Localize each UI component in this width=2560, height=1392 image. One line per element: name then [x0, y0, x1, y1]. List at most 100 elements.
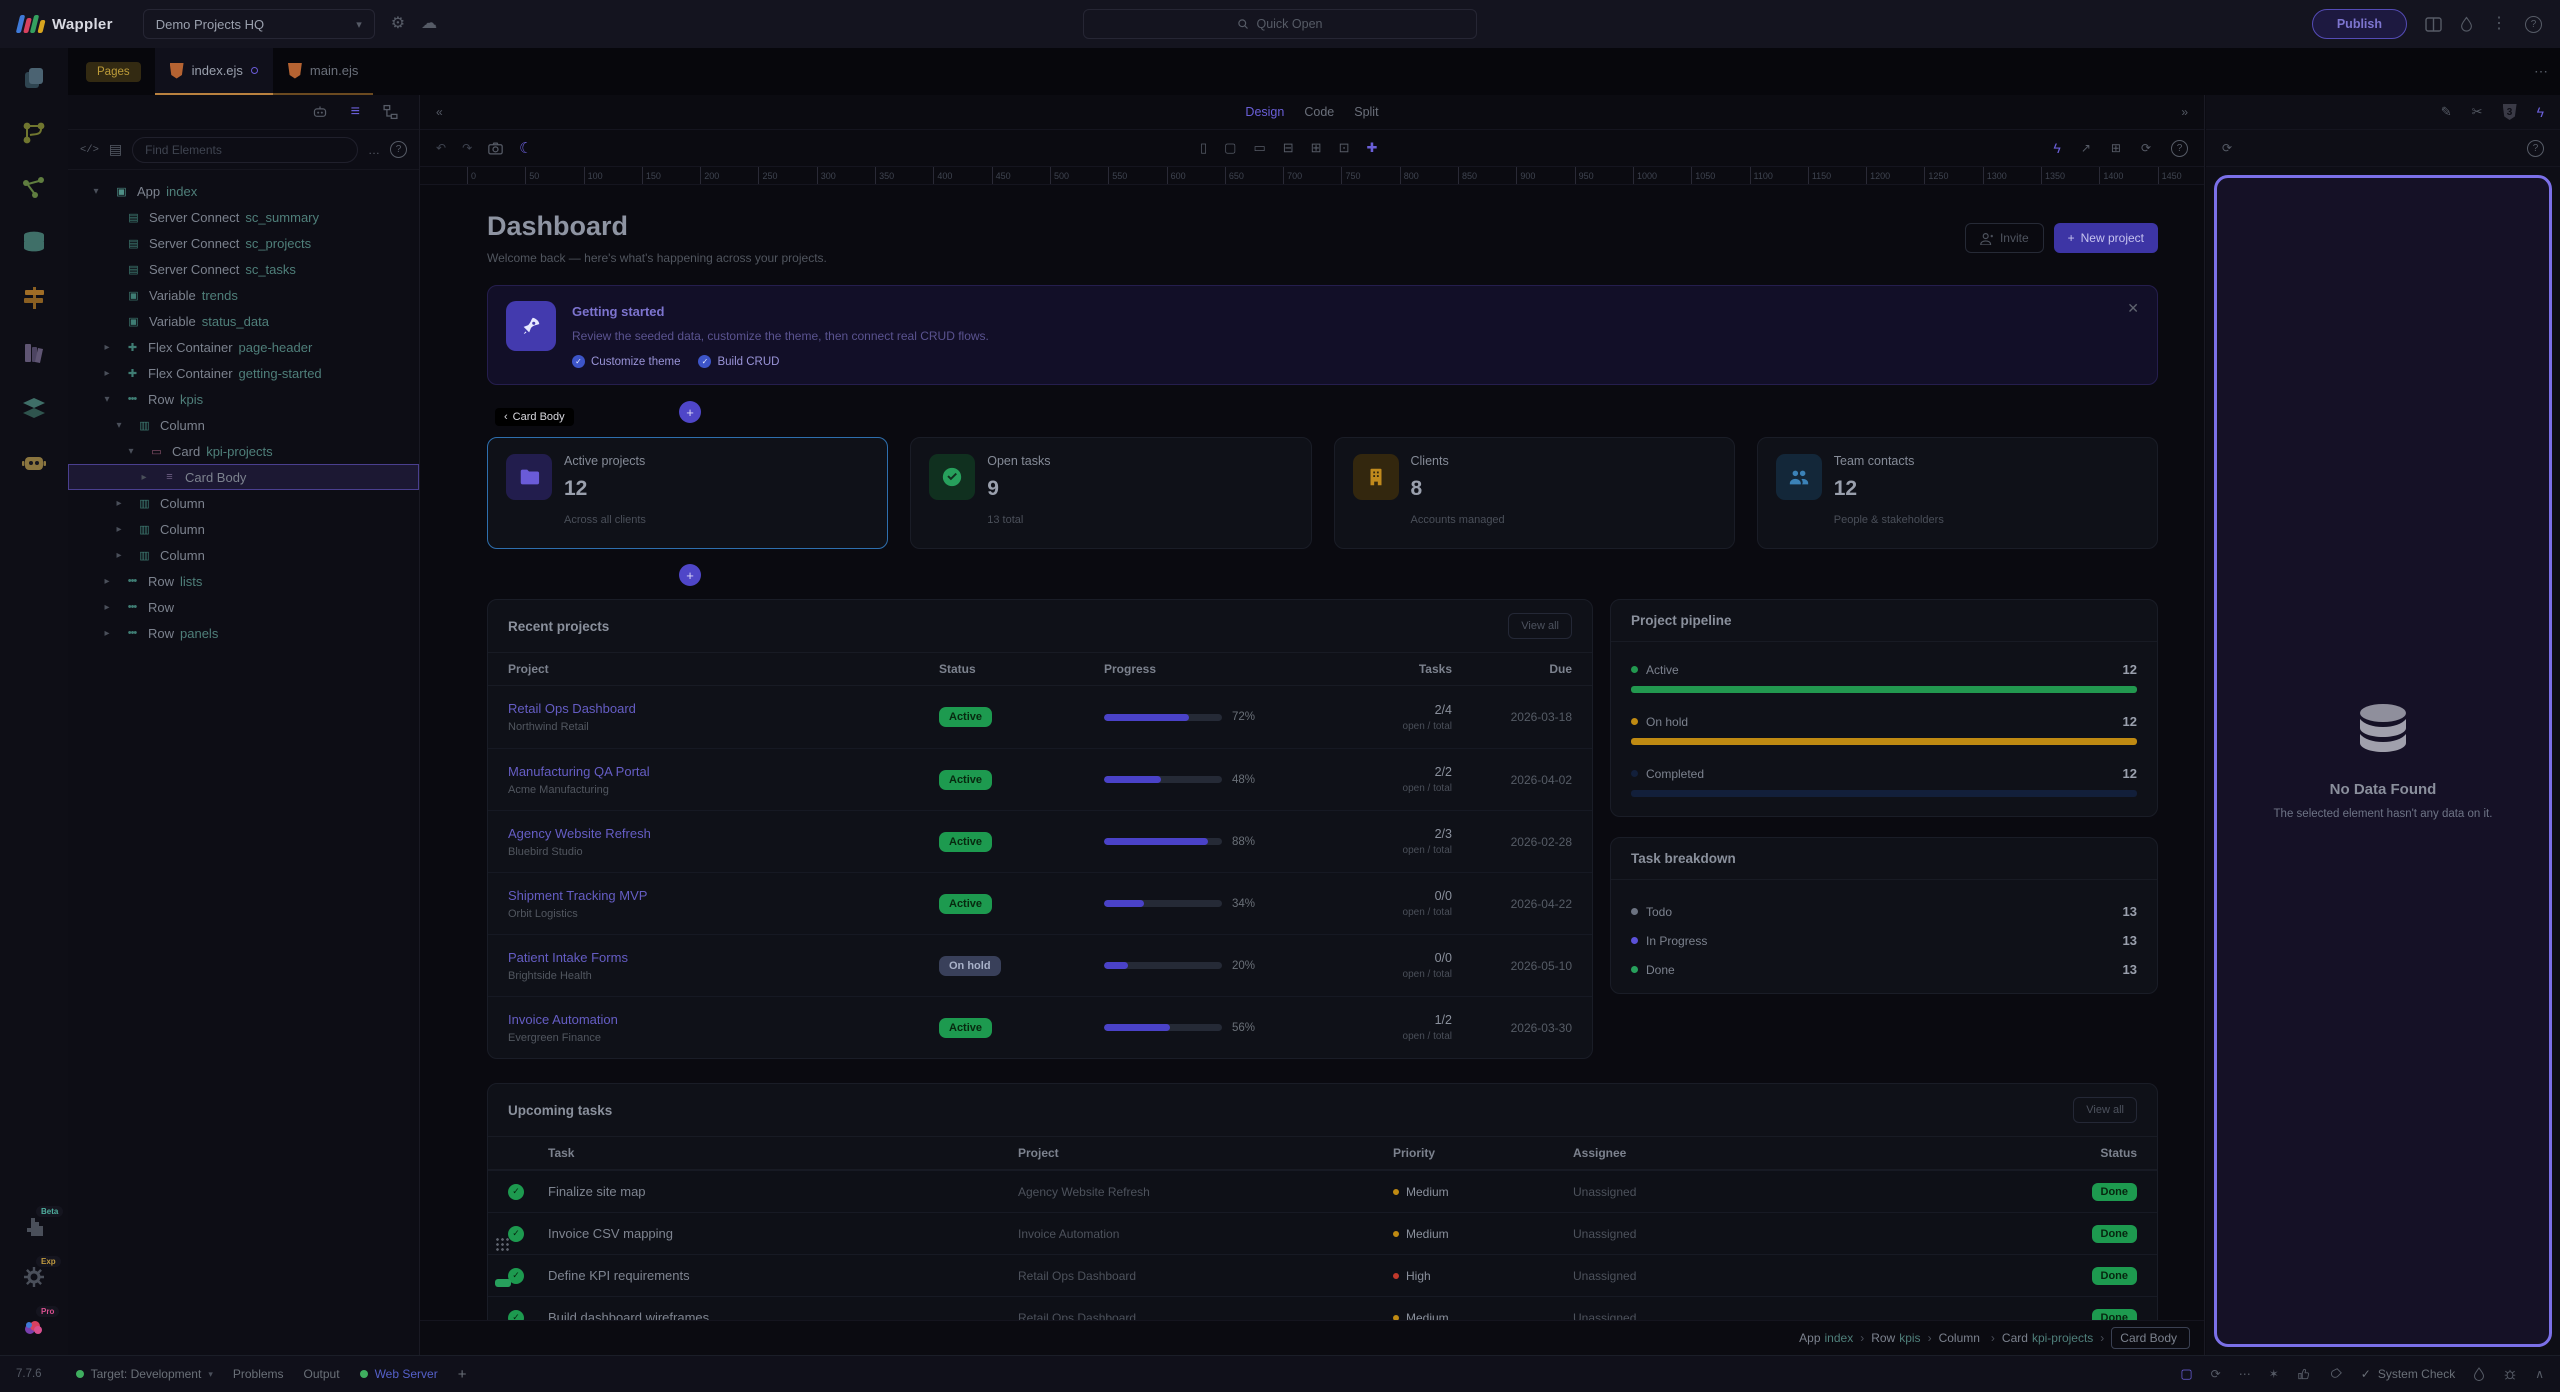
workflows-icon[interactable]	[20, 119, 48, 147]
screenshot-camera-icon[interactable]	[488, 142, 503, 155]
cloud-sync-icon[interactable]: ☁	[421, 16, 437, 32]
design-canvas[interactable]: Dashboard Welcome back — here's what's h…	[420, 185, 2204, 1320]
layout-columns-icon[interactable]	[2425, 17, 2442, 32]
connections-icon[interactable]	[20, 174, 48, 202]
output-button[interactable]: Output	[304, 1367, 340, 1381]
dark-mode-icon[interactable]: ☾	[519, 139, 532, 157]
open-in-browser-icon[interactable]: ↗	[2081, 141, 2091, 155]
view-mode-tab[interactable]: Split	[1354, 105, 1378, 119]
close-icon[interactable]: ✕	[2127, 300, 2139, 317]
ai-assistant-icon[interactable]	[20, 449, 48, 477]
tree-item[interactable]: ▸ ▥ Column	[68, 542, 419, 568]
fit-canvas-icon[interactable]: ✚	[1366, 140, 1377, 156]
breadcrumb-item[interactable]: App index ›	[1799, 1331, 1871, 1345]
breadcrumb-item[interactable]: Card kpi-projects ›	[2002, 1331, 2111, 1345]
expand-panel-icon[interactable]: »	[2181, 105, 2188, 119]
tree-item[interactable]: ▤ Server Connect sc_summary	[68, 204, 419, 230]
tree-item[interactable]: ▣ Variable trends	[68, 282, 419, 308]
checklist-item[interactable]: ✓ Build CRUD	[698, 355, 779, 368]
kpi-card[interactable]: Clients 8 Accounts managed	[1334, 437, 1735, 549]
tree-item[interactable]: ▾ ▣ App index	[68, 178, 419, 204]
target-selector[interactable]: Target: Development ▾	[76, 1367, 213, 1381]
library-icon[interactable]	[20, 339, 48, 367]
breadcrumb-item[interactable]: Card Body ›	[2111, 1327, 2190, 1349]
expander-icon[interactable]: ▸	[110, 498, 128, 509]
dynamic-data-bolt-icon[interactable]: ϟ	[2537, 104, 2544, 120]
publish-button[interactable]: Publish	[2312, 9, 2407, 39]
components-icon[interactable]: ▤	[109, 141, 122, 158]
tree-item[interactable]: ▸ ▥ Column	[68, 516, 419, 542]
expander-icon[interactable]: ▾	[87, 186, 105, 197]
device-size-icon[interactable]: ⊟	[1283, 140, 1294, 156]
app-flows-icon[interactable]: ϟ	[2053, 140, 2060, 156]
expander-icon[interactable]: ▾	[98, 394, 116, 405]
invite-button[interactable]: Invite	[1965, 223, 2044, 253]
tree-item[interactable]: ▤ Server Connect sc_projects	[68, 230, 419, 256]
breadcrumb-item[interactable]: Row kpis ›	[1871, 1331, 1938, 1345]
css-icon[interactable]: 3	[2503, 104, 2517, 120]
expander-icon[interactable]: ▸	[110, 550, 128, 561]
database-icon[interactable]	[20, 229, 48, 257]
view-mode-tab[interactable]: Code	[1304, 105, 1334, 119]
tree-item[interactable]: ▸ ≡ Card Body	[68, 464, 419, 490]
pro-logo-icon[interactable]: Pro	[20, 1313, 48, 1341]
web-server-button[interactable]: Web Server	[360, 1367, 438, 1381]
ai-sparkle-icon[interactable]: ✶	[2269, 1367, 2279, 1381]
extensions-icon[interactable]: Beta	[20, 1213, 48, 1241]
refresh-icon[interactable]: ⟳	[2141, 141, 2151, 155]
settings-gear-icon[interactable]: ⚙	[391, 16, 405, 32]
problems-button[interactable]: Problems	[233, 1367, 284, 1381]
tree-item[interactable]: ▤ Server Connect sc_tasks	[68, 256, 419, 282]
kpi-card[interactable]: Open tasks 9 13 total	[910, 437, 1311, 549]
thumbs-up-icon[interactable]	[2297, 1367, 2311, 1381]
expander-icon[interactable]: ▾	[110, 420, 128, 431]
routes-signpost-icon[interactable]	[20, 284, 48, 312]
device-size-icon[interactable]: ⊡	[1339, 140, 1350, 156]
stop-server-icon[interactable]: ▢	[2180, 1366, 2192, 1382]
view-mode-tab[interactable]: Design	[1245, 105, 1284, 119]
preview-grid-icon[interactable]: ⊞	[2111, 141, 2121, 155]
help-icon[interactable]: ?	[2525, 16, 2542, 33]
redo-icon[interactable]: ↷	[462, 141, 472, 155]
more-options-icon[interactable]: …	[368, 143, 380, 157]
pages-panel-icon[interactable]	[20, 64, 48, 92]
expander-icon[interactable]: ▸	[98, 602, 116, 613]
bug-icon[interactable]	[2503, 1367, 2517, 1381]
quick-open-button[interactable]: Quick Open	[1083, 9, 1477, 39]
project-link[interactable]: Agency Website Refresh	[508, 826, 939, 841]
tree-item[interactable]: ▾ ▥ Column	[68, 412, 419, 438]
refresh-icon[interactable]: ⟳	[2222, 141, 2232, 155]
theme-drop-icon[interactable]	[2460, 16, 2473, 32]
expander-icon[interactable]: ▸	[98, 368, 116, 379]
grid-handle-icon[interactable]	[495, 1237, 510, 1252]
tab-overflow-icon[interactable]: ⋯	[2534, 63, 2548, 80]
tree-item[interactable]: ▸ ✚ Flex Container getting-started	[68, 360, 419, 386]
insert-before-button[interactable]: +	[679, 401, 701, 423]
undo-icon[interactable]: ↶	[436, 141, 446, 155]
expander-icon[interactable]: ▸	[98, 342, 116, 353]
find-elements-input[interactable]	[132, 137, 358, 163]
layers-icon[interactable]	[20, 394, 48, 422]
device-size-icon[interactable]: ⊞	[1311, 140, 1322, 156]
project-link[interactable]: Manufacturing QA Portal	[508, 764, 939, 779]
system-check-button[interactable]: ✓ System Check	[2361, 1367, 2455, 1381]
checklist-item[interactable]: ✓ Customize theme	[572, 355, 680, 368]
kebab-menu-icon[interactable]: ⋮	[2491, 16, 2507, 32]
collapse-panel-icon[interactable]: «	[436, 105, 443, 119]
expander-icon[interactable]: ▸	[135, 472, 153, 483]
kpi-card[interactable]: Active projects 12 Across all clients	[487, 437, 888, 549]
tree-item[interactable]: ▸ ▥ Column	[68, 490, 419, 516]
tree-item[interactable]: ▸ ••• Row lists	[68, 568, 419, 594]
tree-item[interactable]: ▸ ••• Row panels	[68, 620, 419, 646]
app-structure-list-icon[interactable]: ≡	[351, 103, 360, 121]
tree-item[interactable]: ▸ ••• Row	[68, 594, 419, 620]
project-link[interactable]: Patient Intake Forms	[508, 950, 939, 965]
cut-icon[interactable]: ✂	[2472, 104, 2483, 120]
kpi-card[interactable]: Team contacts 12 People & stakeholders	[1757, 437, 2158, 549]
tree-item[interactable]: ▣ Variable status_data	[68, 308, 419, 334]
help-icon[interactable]: ?	[2527, 140, 2544, 157]
device-size-icon[interactable]: ▢	[1224, 140, 1236, 156]
project-link[interactable]: Shipment Tracking MVP	[508, 888, 939, 903]
project-selector[interactable]: Demo Projects HQ ▾	[143, 9, 375, 39]
insert-after-button[interactable]: +	[679, 564, 701, 586]
